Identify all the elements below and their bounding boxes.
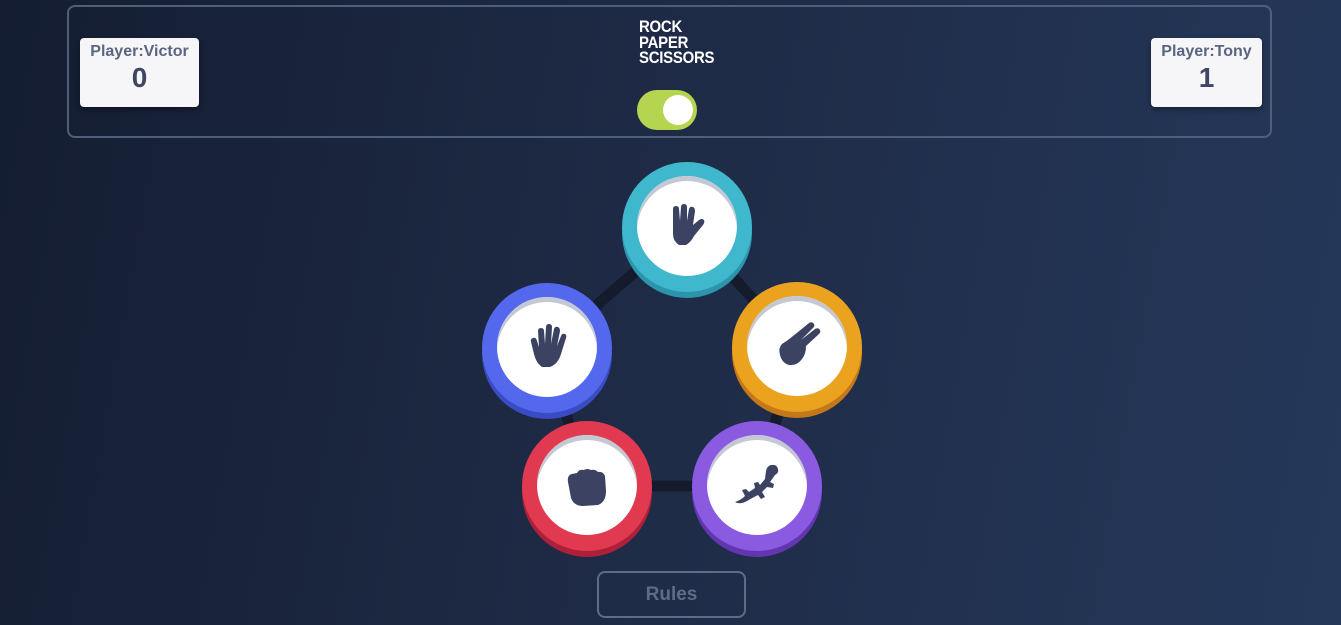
spock-hand-icon <box>673 204 705 245</box>
spock-choice-button[interactable] <box>622 162 752 292</box>
lizard-icon <box>735 464 779 504</box>
game-logo: ROCK PAPER SCISSORS <box>639 18 715 67</box>
rock-fist-icon <box>567 469 606 506</box>
player-victor-score-card: Player:Victor 0 <box>80 38 199 107</box>
paper-choice-button[interactable] <box>482 283 612 413</box>
player-tony-score: 1 <box>1198 62 1215 93</box>
rock-choice-face <box>537 435 637 535</box>
scoreboard-header: Player:Victor 0 ROCK PAPER SCISSORS Play… <box>67 5 1272 138</box>
player-tony-score-card: Player:Tony 1 <box>1151 38 1262 107</box>
scissors-hand-icon <box>779 322 821 366</box>
player-victor-label: Player:Victor <box>90 43 189 60</box>
player-victor-score: 0 <box>131 62 148 93</box>
paper-choice-face <box>497 297 597 397</box>
toggle-knob <box>663 95 693 125</box>
lizard-choice-face <box>707 435 807 535</box>
scissors-choice-face <box>747 296 847 396</box>
rock-choice-button[interactable] <box>522 421 652 551</box>
paper-hand-icon <box>530 324 567 367</box>
spock-choice-face <box>637 176 737 276</box>
player-tony-label: Player:Tony <box>1161 43 1252 60</box>
logo-line-scissors: SCISSORS <box>639 48 715 67</box>
lizard-choice-button[interactable] <box>692 421 822 551</box>
game-mode-toggle[interactable] <box>637 90 697 130</box>
scissors-choice-button[interactable] <box>732 282 862 412</box>
rules-button[interactable]: Rules <box>597 571 746 618</box>
